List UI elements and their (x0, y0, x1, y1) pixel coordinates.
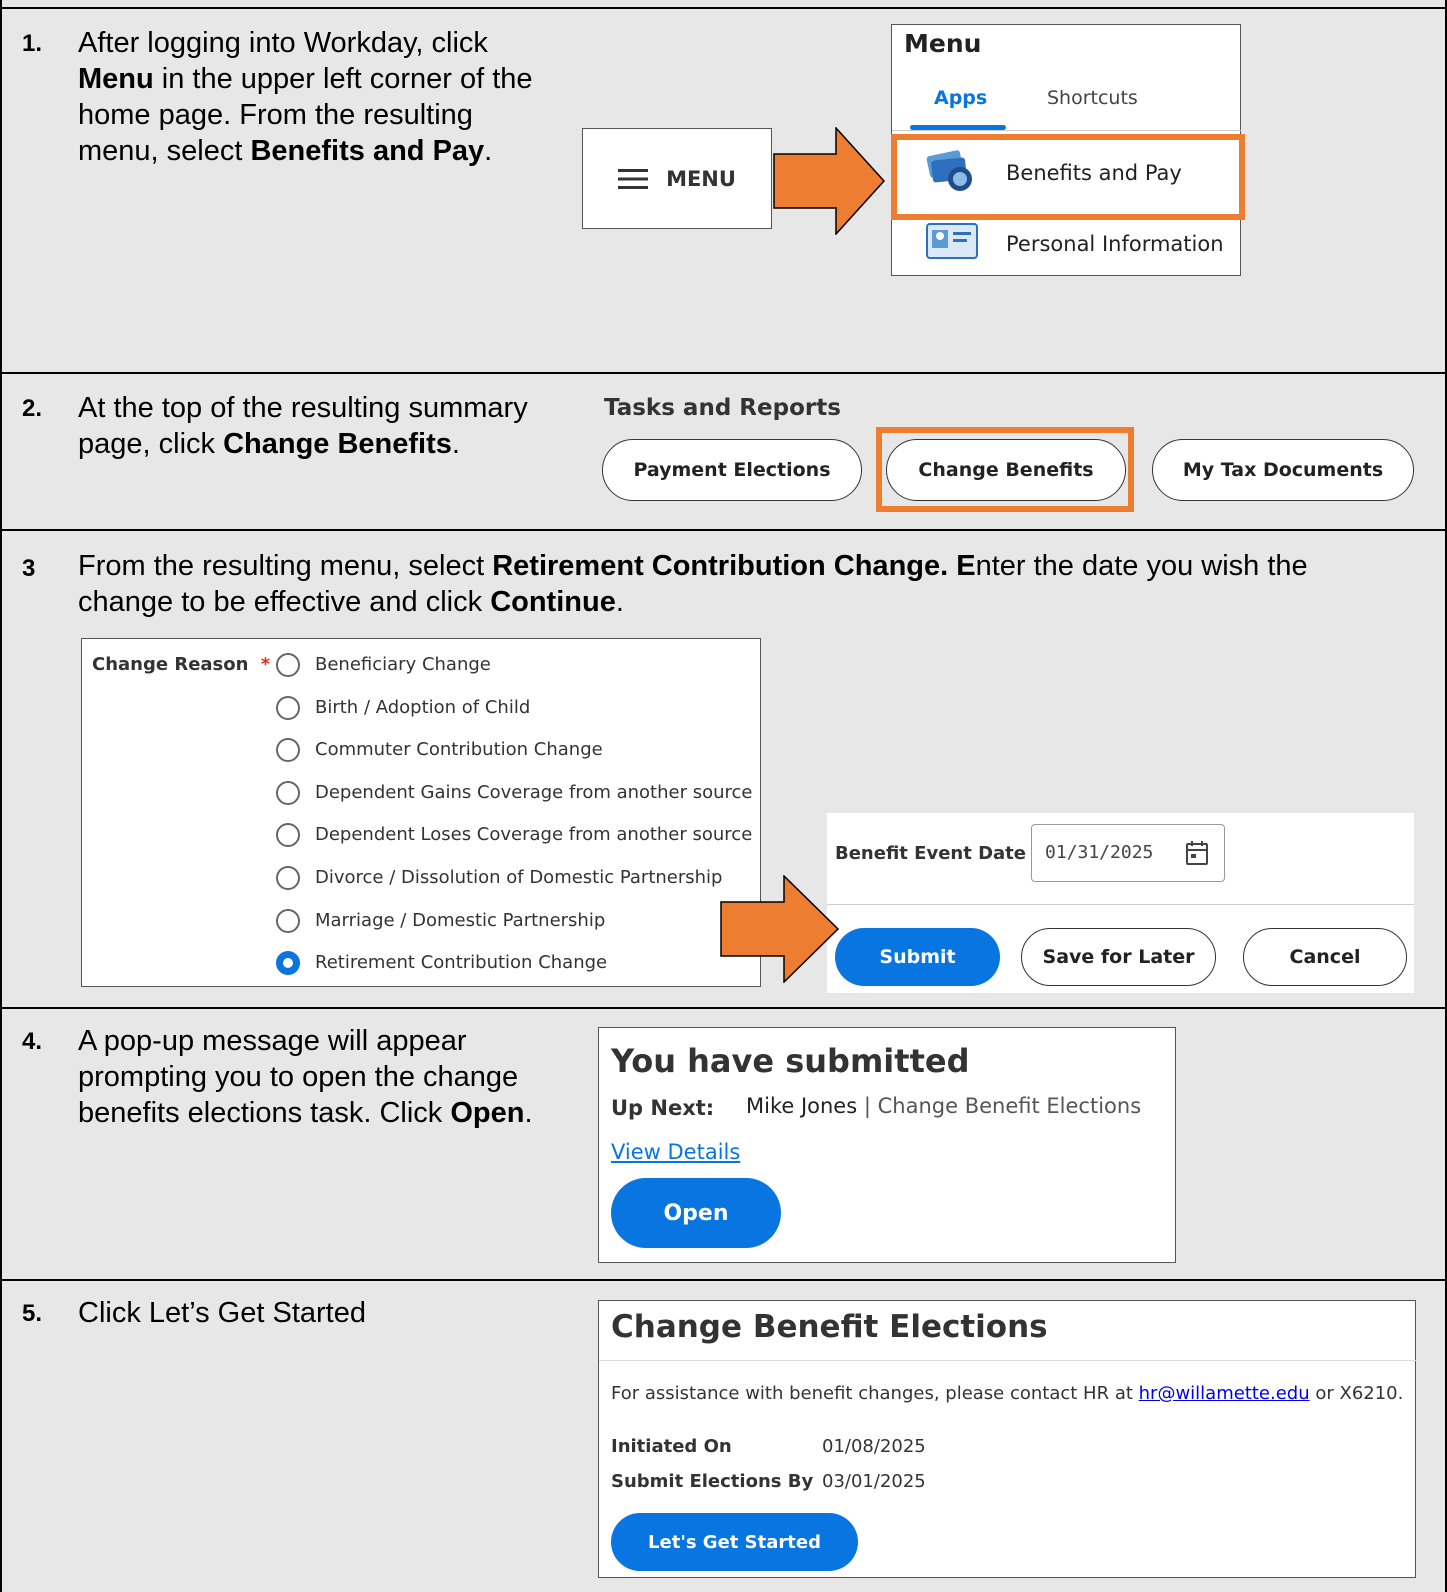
radio-button[interactable] (276, 908, 300, 933)
event-date-input[interactable]: 01/31/2025 (1031, 824, 1225, 882)
menu-button[interactable]: MENU (582, 128, 772, 229)
radio-button[interactable] (276, 695, 300, 720)
submitted-popup: You have submitted Up Next: Mike Jones |… (598, 1027, 1176, 1263)
row-divider (0, 1007, 1447, 1009)
step-number: 1. (22, 30, 43, 57)
required-mark: * (260, 654, 271, 675)
radio-option-label: Dependent Gains Coverage from another so… (315, 781, 753, 803)
row-divider (0, 1279, 1447, 1281)
tab-divider (892, 130, 1242, 131)
table-border-top (0, 7, 1447, 9)
radio-option-label: Birth / Adoption of Child (315, 696, 531, 718)
submit-button[interactable]: Submit (835, 928, 1000, 986)
popup-title: You have submitted (611, 1042, 970, 1080)
save-for-later-button[interactable]: Save for Later (1021, 928, 1216, 986)
separator: | (863, 1094, 871, 1118)
radio-button[interactable] (276, 866, 300, 890)
menu-item-personal-information[interactable]: Personal Information (892, 215, 1242, 275)
step-text: After logging into Workday, click Menu i… (78, 27, 533, 167)
submit-elections-by-label: Submit Elections By (611, 1471, 814, 1492)
up-next-person[interactable]: Mike Jones (746, 1094, 857, 1118)
arrow-icon (720, 875, 840, 983)
step-text: From the resulting menu, select Retireme… (78, 550, 1308, 618)
event-date-value: 01/31/2025 (1045, 842, 1154, 863)
radio-button[interactable] (276, 951, 300, 976)
radio-button[interactable] (276, 780, 300, 805)
step-text: Click Let’s Get Started (78, 1297, 366, 1329)
change-reason-panel: Change Reason * Beneficiary Change Birth … (81, 638, 761, 987)
row-divider (0, 529, 1447, 531)
lets-get-started-button[interactable]: Let's Get Started (611, 1513, 858, 1571)
assistance-text: For assistance with benefit changes, ple… (611, 1383, 1404, 1404)
initiated-on-value: 01/08/2025 (822, 1436, 926, 1457)
payment-elections-button[interactable]: Payment Elections (602, 439, 862, 501)
tasks-heading: Tasks and Reports (604, 395, 841, 421)
step-number: 5. (22, 1300, 43, 1327)
id-card-icon (926, 223, 978, 259)
hr-email-link[interactable]: hr@willamette.edu (1139, 1383, 1310, 1404)
radio-option-label: Divorce / Dissolution of Domestic Partne… (315, 867, 723, 888)
radio-option-label: Marriage / Domestic Partnership (315, 909, 606, 931)
radio-option-label: Dependent Loses Coverage from another so… (315, 824, 753, 846)
view-details-link[interactable]: View Details (611, 1140, 740, 1164)
highlight-box (876, 427, 1134, 512)
elections-title-divider (599, 1360, 1417, 1361)
arrow-icon (773, 127, 885, 235)
radio-option-label: Beneficiary Change (315, 654, 491, 675)
my-tax-documents-button[interactable]: My Tax Documents (1152, 439, 1414, 501)
radio-button[interactable] (276, 738, 300, 763)
radio-option-label: Commuter Contribution Change (315, 739, 603, 761)
panel-divider (827, 904, 1414, 905)
highlight-box (891, 134, 1245, 220)
step-text: At the top of the resulting summary page… (78, 392, 528, 460)
up-next-label: Up Next: (611, 1096, 715, 1120)
radio-button[interactable] (276, 823, 300, 848)
step-text: A pop-up message will appear prompting y… (78, 1025, 533, 1129)
step-number: 2. (22, 395, 43, 422)
menu-button-label: MENU (666, 166, 736, 191)
step-number: 3 (22, 555, 36, 582)
radio-button[interactable] (276, 653, 300, 677)
step-number: 4. (22, 1028, 43, 1055)
tab-shortcuts[interactable]: Shortcuts (1047, 87, 1138, 109)
row-divider (0, 372, 1447, 374)
cancel-button[interactable]: Cancel (1243, 928, 1407, 986)
up-next-task: Change Benefit Elections (877, 1094, 1142, 1118)
hamburger-icon (618, 168, 649, 189)
radio-option-label: Retirement Contribution Change (315, 952, 608, 974)
event-date-label: Benefit Event Date * (835, 843, 1048, 864)
calendar-icon[interactable] (1185, 840, 1209, 866)
tab-apps[interactable]: Apps (934, 87, 987, 109)
up-next-value: Mike Jones | Change Benefit Elections (746, 1094, 1141, 1118)
initiated-on-label: Initiated On (611, 1436, 732, 1457)
change-benefit-elections-panel: Change Benefit Elections For assistance … (598, 1300, 1417, 1578)
event-date-panel: Benefit Event Date * 01/31/2025 Submit S… (827, 813, 1414, 993)
menu-item-label: Personal Information (1006, 232, 1224, 256)
elections-title: Change Benefit Elections (611, 1309, 1048, 1345)
table-border-left (0, 0, 2, 1592)
change-reason-label: Change Reason * (92, 654, 271, 675)
open-button[interactable]: Open (611, 1178, 781, 1248)
menu-panel-title: Menu (904, 29, 982, 58)
submit-elections-by-value: 03/01/2025 (822, 1471, 926, 1492)
